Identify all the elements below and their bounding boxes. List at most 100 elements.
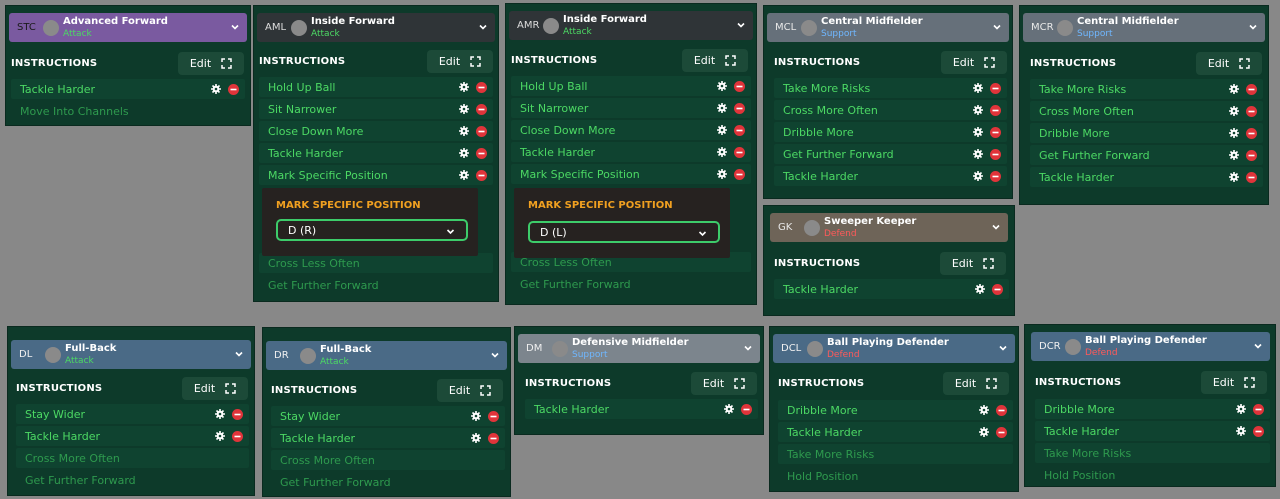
gear-icon[interactable] [717,81,727,91]
chevron-down-icon[interactable] [1252,340,1264,352]
remove-icon[interactable] [488,410,499,422]
instruction-row[interactable]: Hold Up Ball [259,77,493,97]
gear-icon[interactable] [973,149,983,159]
chevron-down-icon[interactable] [1247,21,1259,33]
chevron-down-icon[interactable] [742,342,754,354]
instruction-row[interactable]: Dribble More [778,400,1013,420]
instruction-row[interactable]: Dribble More [1035,399,1270,419]
role-selector[interactable]: DL Full-Back Attack [11,340,251,369]
instruction-row[interactable]: Close Down More [259,121,493,141]
chevron-down-icon[interactable] [233,348,245,360]
instruction-row[interactable]: Cross Less Often [259,253,493,273]
gear-icon[interactable] [215,409,225,419]
instruction-row[interactable]: Get Further Forward [259,275,493,295]
edit-button[interactable]: Edit [940,252,1006,275]
remove-icon[interactable] [228,83,239,95]
remove-icon[interactable] [1246,83,1257,95]
remove-icon[interactable] [734,146,745,158]
instruction-row[interactable]: Get Further Forward [774,144,1007,164]
instruction-row[interactable]: Move Into Channels [11,101,245,121]
instruction-row[interactable]: Take More Risks [774,78,1007,98]
role-selector[interactable]: MCR Central Midfielder Support [1023,13,1265,42]
instruction-row[interactable]: Take More Risks [778,444,1013,464]
remove-icon[interactable] [1246,127,1257,139]
gear-icon[interactable] [459,148,469,158]
role-selector[interactable]: MCL Central Midfielder Support [767,13,1009,42]
role-selector[interactable]: GK Sweeper Keeper Defend [770,213,1008,242]
gear-icon[interactable] [1229,128,1239,138]
instruction-row[interactable]: Sit Narrower [259,99,493,119]
instruction-row[interactable]: Dribble More [1030,123,1263,143]
remove-icon[interactable] [232,408,243,420]
remove-icon[interactable] [476,81,487,93]
remove-icon[interactable] [741,403,752,415]
remove-icon[interactable] [992,283,1003,295]
gear-icon[interactable] [717,169,727,179]
gear-icon[interactable] [973,171,983,181]
remove-icon[interactable] [990,104,1001,116]
gear-icon[interactable] [973,105,983,115]
gear-icon[interactable] [1236,404,1246,414]
edit-button[interactable]: Edit [427,50,493,73]
edit-button[interactable]: Edit [182,377,248,400]
remove-icon[interactable] [734,168,745,180]
remove-icon[interactable] [1246,171,1257,183]
gear-icon[interactable] [459,82,469,92]
remove-icon[interactable] [996,426,1007,438]
remove-icon[interactable] [1253,425,1264,437]
edit-button[interactable]: Edit [1201,371,1267,394]
instruction-row[interactable]: Tackle Harder [271,428,505,448]
gear-icon[interactable] [717,103,727,113]
instruction-row[interactable]: Mark Specific Position [511,164,751,184]
edit-button[interactable]: Edit [941,51,1007,74]
gear-icon[interactable] [717,125,727,135]
instruction-row[interactable]: Tackle Harder [11,79,245,99]
role-selector[interactable]: DCL Ball Playing Defender Defend [773,334,1015,363]
chevron-down-icon[interactable] [991,21,1003,33]
remove-icon[interactable] [476,103,487,115]
gear-icon[interactable] [975,284,985,294]
instruction-row[interactable]: Hold Position [778,466,1013,486]
instruction-row[interactable]: Take More Risks [1030,79,1263,99]
instruction-row[interactable]: Hold Position [1035,465,1270,485]
instruction-row[interactable]: Stay Wider [16,404,249,424]
instruction-row[interactable]: Tackle Harder [774,166,1007,186]
instruction-row[interactable]: Tackle Harder [774,279,1009,299]
gear-icon[interactable] [1229,84,1239,94]
instruction-row[interactable]: Tackle Harder [525,399,758,419]
edit-button[interactable]: Edit [682,49,748,72]
gear-icon[interactable] [724,404,734,414]
instruction-row[interactable]: Tackle Harder [259,143,493,163]
gear-icon[interactable] [973,83,983,93]
instruction-row[interactable]: Tackle Harder [16,426,249,446]
instruction-row[interactable]: Stay Wider [271,406,505,426]
gear-icon[interactable] [215,431,225,441]
edit-button[interactable]: Edit [437,379,503,402]
instruction-row[interactable]: Tackle Harder [1030,167,1263,187]
edit-button[interactable]: Edit [691,372,757,395]
role-selector[interactable]: DM Defensive Midfielder Support [518,334,760,363]
gear-icon[interactable] [717,147,727,157]
remove-icon[interactable] [232,430,243,442]
role-selector[interactable]: AML Inside Forward Attack [257,13,495,42]
remove-icon[interactable] [990,82,1001,94]
instruction-row[interactable]: Cross More Often [1030,101,1263,121]
gear-icon[interactable] [471,433,481,443]
instruction-row[interactable]: Get Further Forward [511,274,751,294]
remove-icon[interactable] [996,404,1007,416]
role-selector[interactable]: DCR Ball Playing Defender Defend [1031,332,1270,361]
gear-icon[interactable] [979,427,989,437]
instruction-row[interactable]: Close Down More [511,120,751,140]
gear-icon[interactable] [471,411,481,421]
remove-icon[interactable] [488,432,499,444]
instruction-row[interactable]: Get Further Forward [271,472,505,492]
role-selector[interactable]: STC Advanced Forward Attack [9,13,247,42]
instruction-row[interactable]: Tackle Harder [1035,421,1270,441]
instruction-row[interactable]: Sit Narrower [511,98,751,118]
gear-icon[interactable] [211,84,221,94]
remove-icon[interactable] [1246,149,1257,161]
remove-icon[interactable] [476,147,487,159]
gear-icon[interactable] [1229,106,1239,116]
remove-icon[interactable] [476,169,487,181]
chevron-down-icon[interactable] [489,349,501,361]
